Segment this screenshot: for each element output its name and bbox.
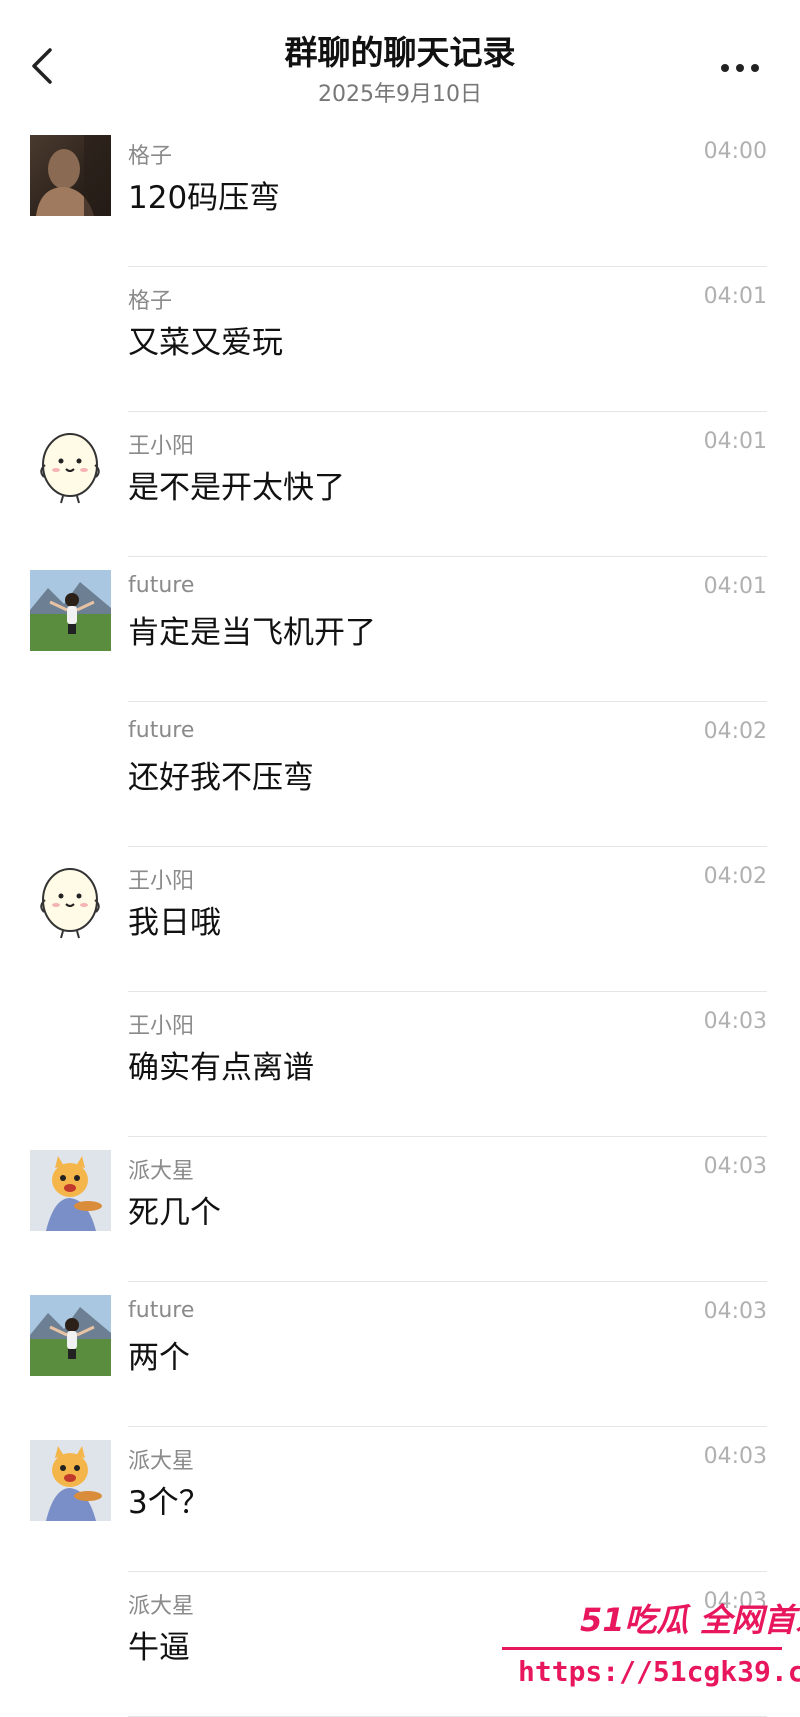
- message-item[interactable]: future 04:03 两个: [0, 1282, 800, 1427]
- message-item[interactable]: 王小阳 04:03 确实有点离谱: [0, 992, 800, 1137]
- message-time: 04:01: [703, 574, 767, 599]
- message-list: 格子 04:00 120码压弯 格子 04:01 又菜又爱玩 王小阳 04:01 是不是开太快了…: [0, 122, 800, 1717]
- avatar[interactable]: [30, 860, 111, 941]
- message-item[interactable]: 派大星 04:03 死几个: [0, 1137, 800, 1282]
- message-time: 04:01: [703, 284, 767, 309]
- avatar[interactable]: [30, 570, 111, 651]
- message-time: 04:03: [703, 1299, 767, 1324]
- avatar[interactable]: [30, 135, 111, 216]
- message-text: 3个？: [128, 1485, 210, 1521]
- message-time: 04:01: [703, 429, 767, 454]
- page-title: 群聊的聊天记录: [284, 33, 516, 72]
- message-time: 04:02: [703, 719, 767, 744]
- sender-name: 王小阳: [128, 869, 195, 894]
- message-item[interactable]: 格子 04:01 又菜又爱玩: [0, 267, 800, 412]
- message-time: 04:03: [703, 1009, 767, 1034]
- message-item[interactable]: 王小阳 04:01 是不是开太快了: [0, 412, 800, 557]
- message-text: 肯定是当飞机开了: [128, 615, 376, 651]
- message-time: 04:02: [703, 864, 767, 889]
- more-horizontal-icon: [721, 64, 759, 72]
- sender-name: future: [128, 1298, 195, 1323]
- avatar[interactable]: [30, 1150, 111, 1231]
- message-text: 死几个: [128, 1195, 221, 1231]
- sender-name: 派大星: [128, 1449, 195, 1474]
- watermark-underline: [502, 1647, 782, 1650]
- watermark-brand: 51吃瓜 全网首发: [580, 1601, 800, 1639]
- header-bar: 群聊的聊天记录 2025年9月10日: [0, 0, 800, 120]
- sender-name: future: [128, 718, 195, 743]
- sender-name: 格子: [128, 144, 173, 169]
- message-text: 牛逼: [128, 1630, 190, 1666]
- message-item[interactable]: 格子 04:00 120码压弯: [0, 122, 800, 267]
- watermark: 51吃瓜 全网首发 https://51cgk39.com: [498, 1595, 800, 1700]
- avatar[interactable]: [30, 1295, 111, 1376]
- sender-name: 王小阳: [128, 1014, 195, 1039]
- message-text: 我日哦: [128, 905, 221, 941]
- message-item[interactable]: future 04:01 肯定是当飞机开了: [0, 557, 800, 702]
- watermark-url: https://51cgk39.com: [518, 1655, 800, 1688]
- message-time: 04:03: [703, 1444, 767, 1469]
- message-text: 两个: [128, 1340, 190, 1376]
- message-time: 04:00: [703, 139, 767, 164]
- message-text: 是不是开太快了: [128, 470, 345, 506]
- sender-name: future: [128, 573, 195, 598]
- more-button[interactable]: [710, 48, 770, 88]
- avatar[interactable]: [30, 425, 111, 506]
- message-time: 04:03: [703, 1154, 767, 1179]
- sender-name: 派大星: [128, 1594, 195, 1619]
- sender-name: 王小阳: [128, 434, 195, 459]
- message-item[interactable]: 王小阳 04:02 我日哦: [0, 847, 800, 992]
- avatar[interactable]: [30, 1440, 111, 1521]
- sender-name: 派大星: [128, 1159, 195, 1184]
- message-text: 又菜又爱玩: [128, 325, 283, 361]
- message-item[interactable]: 派大星 04:03 3个？: [0, 1427, 800, 1572]
- sender-name: 格子: [128, 289, 173, 314]
- message-text: 确实有点离谱: [128, 1050, 314, 1086]
- message-text: 还好我不压弯: [128, 760, 314, 796]
- page-subtitle-date: 2025年9月10日: [318, 82, 482, 107]
- message-text: 120码压弯: [128, 180, 281, 216]
- message-item[interactable]: future 04:02 还好我不压弯: [0, 702, 800, 847]
